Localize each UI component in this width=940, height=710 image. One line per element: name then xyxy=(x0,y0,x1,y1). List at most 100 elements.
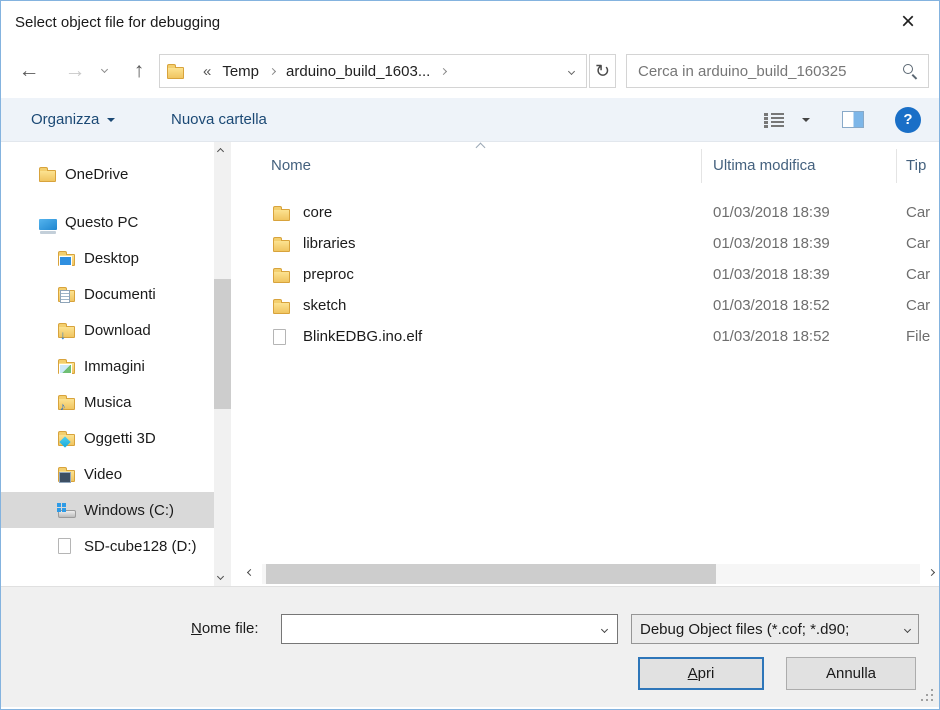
table-row[interactable]: BlinkEDBG.ino.elf 01/03/2018 18:52 File xyxy=(234,321,939,352)
dialog-footer: Nome file: Debug Object files (*.cof; *.… xyxy=(1,586,939,707)
sidebar-item-label: Windows (C:) xyxy=(84,502,174,519)
sidebar-item[interactable]: Video xyxy=(1,456,214,492)
preview-pane-icon[interactable] xyxy=(842,111,864,128)
search-icon[interactable] xyxy=(902,63,918,79)
main-area: OneDrive Questo PC Desktop Docum xyxy=(1,142,939,586)
sidebar-item[interactable]: SD-cube128 (D:) xyxy=(1,528,214,564)
filetype-chevron-down-icon xyxy=(904,625,911,632)
file-modified-date: 01/03/2018 18:39 xyxy=(713,204,830,221)
refresh-button[interactable]: ↻ xyxy=(589,54,616,88)
file-type: Car xyxy=(906,266,930,283)
sidebar-item-label: OneDrive xyxy=(65,166,128,183)
table-row[interactable]: libraries 01/03/2018 18:39 Car xyxy=(234,228,939,259)
sidebar-item[interactable]: Documenti xyxy=(1,276,214,312)
new-folder-label: Nuova cartella xyxy=(171,111,267,128)
close-icon[interactable]: × xyxy=(887,1,929,45)
file-icon xyxy=(273,329,286,345)
file-dialog-window: Select object file for debugging × ← → ↑… xyxy=(0,0,940,710)
sidebar-scrollbar[interactable] xyxy=(214,142,231,586)
search-input[interactable] xyxy=(627,62,902,81)
filename-chevron-down-icon[interactable] xyxy=(601,625,608,632)
new-folder-button[interactable]: Nuova cartella xyxy=(171,98,267,141)
history-chevron-down-icon[interactable] xyxy=(101,66,108,73)
file-modified-date: 01/03/2018 18:39 xyxy=(713,266,830,283)
table-row[interactable]: preproc 01/03/2018 18:39 Car xyxy=(234,259,939,290)
sidebar-item-label: Documenti xyxy=(84,286,156,303)
file-type: Car xyxy=(906,204,930,221)
open-button[interactable]: Apri xyxy=(638,657,764,690)
pc-icon xyxy=(39,219,57,230)
sidebar-item[interactable]: Desktop xyxy=(1,240,214,276)
filetype-value: Debug Object files (*.cof; *.d90; xyxy=(632,621,905,638)
file-name: core xyxy=(303,204,332,221)
video-icon xyxy=(58,470,75,482)
music-icon xyxy=(58,398,75,410)
file-type: Car xyxy=(906,297,930,314)
file-modified-date: 01/03/2018 18:39 xyxy=(713,235,830,252)
file-list: Nome Ultima modifica Tip core 01/03/2018… xyxy=(234,142,939,586)
address-chevron-down-icon[interactable] xyxy=(568,67,575,74)
pictures-icon xyxy=(58,362,75,374)
sidebar-scrollbar-thumb[interactable] xyxy=(214,279,231,409)
folder-icon xyxy=(273,240,290,252)
sidebar-item[interactable]: Musica xyxy=(1,384,214,420)
file-icon xyxy=(58,538,71,554)
sidebar-item[interactable]: Oggetti 3D xyxy=(1,420,214,456)
up-button[interactable]: ↑ xyxy=(121,53,157,89)
column-separator[interactable] xyxy=(896,149,897,183)
file-name: BlinkEDBG.ino.elf xyxy=(303,328,422,345)
column-header-type[interactable]: Tip xyxy=(906,157,926,174)
table-row[interactable]: core 01/03/2018 18:39 Car xyxy=(234,197,939,228)
sidebar-item[interactable]: Download xyxy=(1,312,214,348)
sidebar-item-label: Musica xyxy=(84,394,132,411)
column-separator[interactable] xyxy=(701,149,702,183)
file-type: File xyxy=(906,328,930,345)
breadcrumb[interactable]: « Temp arduino_build_1603... xyxy=(159,54,587,88)
sidebar-item-label: Questo PC xyxy=(65,214,138,231)
file-modified-date: 01/03/2018 18:52 xyxy=(713,297,830,314)
sidebar-item[interactable]: OneDrive xyxy=(1,156,214,192)
resize-grip-icon[interactable] xyxy=(921,689,934,702)
sidebar-item[interactable]: Immagini xyxy=(1,348,214,384)
file-rows: core 01/03/2018 18:39 Car libraries 01/0… xyxy=(234,197,939,352)
chevron-right-icon[interactable] xyxy=(269,67,276,74)
sidebar-item[interactable]: Windows (C:) xyxy=(1,492,214,528)
documents-icon xyxy=(58,290,75,302)
folder-icon xyxy=(167,67,184,79)
sidebar-item-label: Desktop xyxy=(84,250,139,267)
cancel-button-label: Annulla xyxy=(826,665,876,682)
help-icon[interactable]: ? xyxy=(895,107,921,133)
table-row[interactable]: sketch 01/03/2018 18:52 Car xyxy=(234,290,939,321)
organize-menu-button[interactable]: Organizza xyxy=(31,98,115,141)
scroll-left-icon[interactable] xyxy=(247,569,254,576)
caret-down-icon xyxy=(107,118,115,122)
view-details-icon[interactable] xyxy=(764,112,786,128)
horizontal-scrollbar[interactable] xyxy=(246,563,936,585)
breadcrumb-item-temp[interactable]: Temp xyxy=(222,63,259,80)
breadcrumb-collapsed-icon[interactable]: « xyxy=(203,63,211,80)
sidebar-item-label: Oggetti 3D xyxy=(84,430,156,447)
windows-drive-icon xyxy=(58,510,76,518)
column-header-modified[interactable]: Ultima modifica xyxy=(713,157,816,174)
sidebar-item-label: Download xyxy=(84,322,151,339)
breadcrumb-item-build-folder[interactable]: arduino_build_1603... xyxy=(286,63,430,80)
open-button-label: pri xyxy=(698,665,715,682)
filename-label-accel: N xyxy=(191,620,202,637)
file-type: Car xyxy=(906,235,930,252)
filetype-dropdown[interactable]: Debug Object files (*.cof; *.d90; xyxy=(631,614,919,644)
scroll-up-icon[interactable] xyxy=(217,148,224,155)
chevron-right-icon[interactable] xyxy=(440,67,447,74)
cancel-button[interactable]: Annulla xyxy=(786,657,916,690)
download-icon xyxy=(58,326,75,338)
sidebar-list: OneDrive Questo PC Desktop Docum xyxy=(1,142,234,564)
column-header-name[interactable]: Nome xyxy=(271,157,311,174)
back-button[interactable]: ← xyxy=(11,53,47,89)
sidebar-item-label: SD-cube128 (D:) xyxy=(84,538,197,555)
scroll-down-icon[interactable] xyxy=(217,573,224,580)
filename-input[interactable] xyxy=(282,620,602,639)
sidebar-item[interactable]: Questo PC xyxy=(1,204,214,240)
refresh-icon: ↻ xyxy=(595,61,610,81)
horizontal-scrollbar-thumb[interactable] xyxy=(266,564,716,584)
view-caret-down-icon[interactable] xyxy=(802,118,810,122)
scroll-right-icon[interactable] xyxy=(928,569,935,576)
